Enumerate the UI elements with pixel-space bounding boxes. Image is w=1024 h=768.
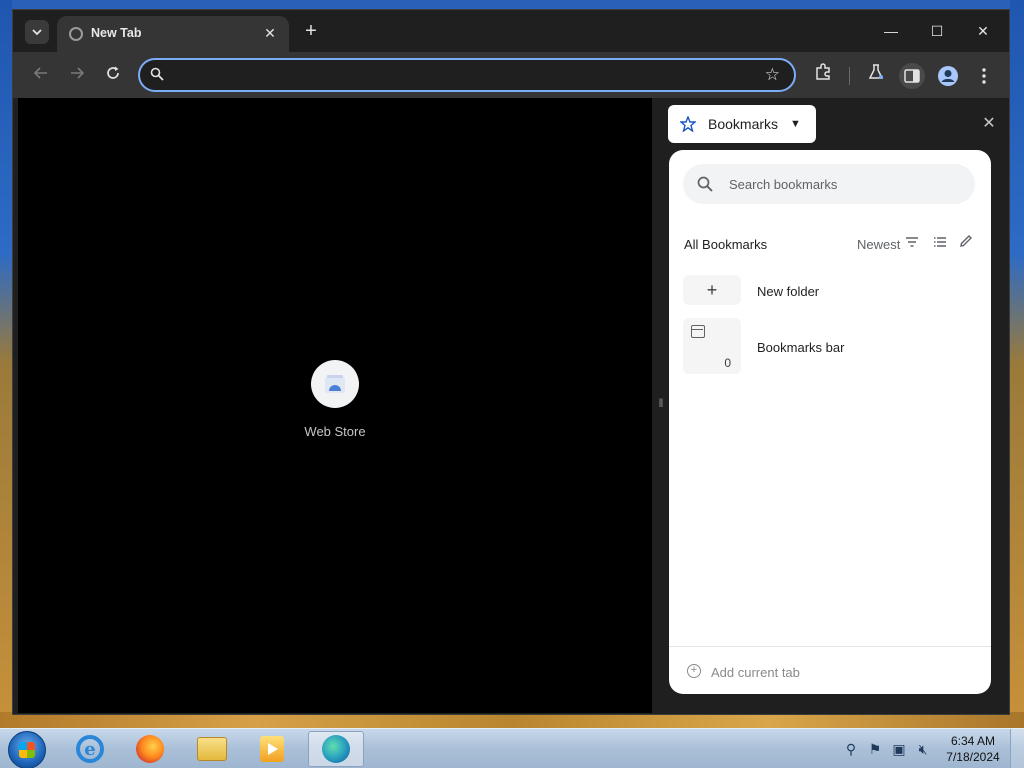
shortcut-label: Web Store [304, 424, 366, 439]
volume-muted-icon[interactable]: 🔇︎ [914, 740, 932, 758]
tab-strip: New Tab ✕ + — ☐ ✕ [13, 10, 1009, 52]
desktop-wallpaper-left [0, 0, 12, 728]
plus-icon: + [683, 275, 741, 305]
side-panel-selector[interactable]: Bookmarks ▼ [668, 105, 816, 143]
search-icon [150, 67, 164, 81]
arrow-left-icon [33, 67, 47, 79]
globe-icon [69, 27, 83, 41]
sort-filter-icon[interactable] [905, 236, 921, 252]
bookmarks-bar-row[interactable]: 0 Bookmarks bar [683, 318, 975, 374]
reload-button[interactable] [101, 64, 125, 88]
new-folder-row[interactable]: + New folder [683, 275, 975, 309]
taskbar: e ⚲ ⚑ ▣ 🔇︎ 6:34 AM 7/18/2024 [0, 728, 1024, 768]
web-store-icon [311, 360, 359, 408]
edge-icon [322, 735, 350, 763]
profile-avatar-icon[interactable] [935, 63, 961, 89]
close-icon[interactable]: ✕ [977, 113, 1001, 137]
taskbar-media-player[interactable] [244, 731, 300, 767]
folder-count: 0 [724, 356, 731, 370]
folder-icon [691, 325, 705, 338]
search-icon [697, 176, 713, 192]
bookmark-search-input[interactable] [729, 175, 959, 193]
tab-new-tab[interactable]: New Tab ✕ [57, 16, 289, 52]
extensions-icon[interactable] [810, 63, 836, 89]
bookmarks-panel: All Bookmarks Newest + New folder 0 Book… [669, 150, 991, 694]
browser-window: New Tab ✕ + — ☐ ✕ ☆ Web Store ‖ Bookmark… [12, 9, 1010, 715]
internet-explorer-icon: e [76, 735, 104, 763]
side-panel-resize-handle[interactable]: ‖ [657, 396, 665, 414]
add-current-tab-button[interactable]: + Add current tab [669, 646, 991, 694]
new-tab-button[interactable]: + [299, 20, 323, 44]
clock-date: 7/18/2024 [946, 750, 1000, 764]
tab-title: New Tab [91, 26, 142, 40]
bookmark-star-icon[interactable]: ☆ [765, 65, 780, 85]
windows-logo-icon [19, 742, 35, 758]
bookmark-search[interactable] [683, 164, 975, 204]
action-center-flag-icon[interactable]: ⚑ [866, 740, 884, 758]
sort-button[interactable]: Newest [857, 237, 900, 252]
labs-flask-icon[interactable] [863, 63, 889, 89]
show-desktop-button[interactable] [1010, 729, 1024, 768]
reload-icon [107, 66, 119, 79]
system-tray: ⚲ ⚑ ▣ 🔇︎ [842, 739, 932, 759]
list-item-label: New folder [757, 284, 820, 299]
edit-pencil-icon[interactable] [959, 234, 977, 252]
file-explorer-icon [197, 737, 227, 761]
clock-time: 6:34 AM [950, 734, 996, 748]
start-button[interactable] [8, 731, 46, 768]
taskbar-edge[interactable] [308, 731, 364, 767]
taskbar-file-explorer[interactable] [184, 731, 240, 767]
desktop-wallpaper-right [1010, 0, 1024, 728]
bookmark-star-icon [680, 116, 696, 132]
close-window-button[interactable]: ✕ [969, 20, 997, 44]
taskbar-clock[interactable]: 6:34 AM 7/18/2024 [944, 733, 1002, 765]
folder-thumbnail: 0 [683, 318, 741, 374]
list-view-icon[interactable] [933, 236, 949, 252]
chevron-down-icon [32, 29, 42, 36]
side-panel-header: Bookmarks ▼ ✕ [668, 105, 1001, 145]
address-bar[interactable]: ☆ [138, 58, 796, 92]
new-tab-page: Web Store [18, 98, 652, 713]
address-input[interactable] [174, 66, 754, 84]
add-circle-icon: + [687, 664, 701, 678]
list-item-label: Bookmarks bar [757, 340, 845, 355]
tab-search-button[interactable] [25, 20, 49, 44]
minimize-button[interactable]: — [877, 20, 905, 44]
side-panel-icon[interactable] [899, 63, 925, 89]
all-bookmarks-heading: All Bookmarks [684, 237, 768, 252]
taskbar-internet-explorer[interactable]: e [62, 731, 118, 767]
taskbar-firefox[interactable] [122, 731, 178, 767]
shortcut-web-store[interactable]: Web Store [280, 360, 390, 439]
tab-close-button[interactable]: ✕ [261, 24, 279, 42]
back-button[interactable] [29, 64, 53, 88]
media-player-icon [260, 736, 284, 762]
magnifier-icon[interactable]: ⚲ [842, 740, 860, 758]
caret-down-icon: ▼ [790, 118, 801, 130]
toolbar-divider [849, 67, 850, 85]
network-icon[interactable]: ▣ [890, 740, 908, 758]
forward-button[interactable] [65, 64, 89, 88]
side-panel-selector-label: Bookmarks [708, 116, 779, 132]
add-current-tab-label: Add current tab [711, 665, 800, 680]
arrow-right-icon [71, 67, 85, 79]
firefox-icon [136, 735, 164, 763]
browser-toolbar: ☆ [13, 52, 1009, 98]
menu-kebab-icon[interactable] [971, 63, 997, 89]
maximize-button[interactable]: ☐ [923, 20, 951, 44]
